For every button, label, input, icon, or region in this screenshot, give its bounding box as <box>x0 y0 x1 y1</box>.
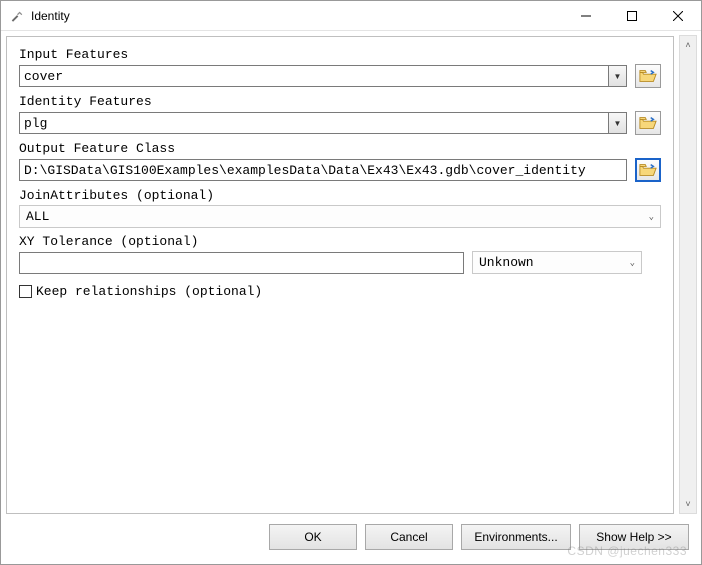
input-features-input[interactable] <box>20 66 608 86</box>
input-features-browse-button[interactable] <box>635 64 661 88</box>
window-controls <box>563 1 701 30</box>
join-attributes-value: ALL <box>26 209 49 224</box>
chevron-down-icon[interactable]: ▼ <box>608 66 626 86</box>
keep-relationships-checkbox[interactable] <box>19 285 32 298</box>
output-feature-class-label: Output Feature Class <box>19 141 661 156</box>
chevron-down-icon: ⌄ <box>649 212 654 222</box>
minimize-button[interactable] <box>563 1 609 30</box>
output-feature-class-field[interactable] <box>19 159 627 181</box>
identity-features-label: Identity Features <box>19 94 661 109</box>
hammer-icon <box>9 8 25 24</box>
folder-open-icon <box>639 115 657 131</box>
chevron-down-icon: ⌄ <box>630 258 635 268</box>
ok-button[interactable]: OK <box>269 524 357 550</box>
output-feature-class-input[interactable] <box>20 160 626 180</box>
input-features-label: Input Features <box>19 47 661 62</box>
folder-open-icon <box>639 162 657 178</box>
folder-open-icon <box>639 68 657 84</box>
xy-tolerance-unit-combo[interactable]: Unknown ⌄ <box>472 251 642 274</box>
cancel-button[interactable]: Cancel <box>365 524 453 550</box>
join-attributes-combo[interactable]: ALL ⌄ <box>19 205 661 228</box>
join-attributes-label: JoinAttributes (optional) <box>19 188 661 203</box>
xy-tolerance-unit-value: Unknown <box>479 255 534 270</box>
vertical-scrollbar[interactable]: ˄ ˅ <box>679 35 697 514</box>
button-bar: OK Cancel Environments... Show Help >> <box>1 518 701 564</box>
chevron-down-icon[interactable]: ▼ <box>608 113 626 133</box>
window-title: Identity <box>31 9 563 23</box>
xy-tolerance-input[interactable] <box>20 253 463 273</box>
xy-tolerance-field[interactable] <box>19 252 464 274</box>
identity-features-input[interactable] <box>20 113 608 133</box>
scroll-down-icon[interactable]: ˅ <box>680 495 696 513</box>
show-help-button[interactable]: Show Help >> <box>579 524 689 550</box>
identity-features-browse-button[interactable] <box>635 111 661 135</box>
close-button[interactable] <box>655 1 701 30</box>
form-panel: Input Features ▼ <box>6 36 674 514</box>
output-feature-class-browse-button[interactable] <box>635 158 661 182</box>
scroll-up-icon[interactable]: ˄ <box>680 36 696 54</box>
keep-relationships-label: Keep relationships (optional) <box>36 284 262 299</box>
titlebar: Identity <box>1 1 701 31</box>
maximize-button[interactable] <box>609 1 655 30</box>
identity-features-combo[interactable]: ▼ <box>19 112 627 134</box>
environments-button[interactable]: Environments... <box>461 524 571 550</box>
xy-tolerance-label: XY Tolerance (optional) <box>19 234 661 249</box>
input-features-combo[interactable]: ▼ <box>19 65 627 87</box>
